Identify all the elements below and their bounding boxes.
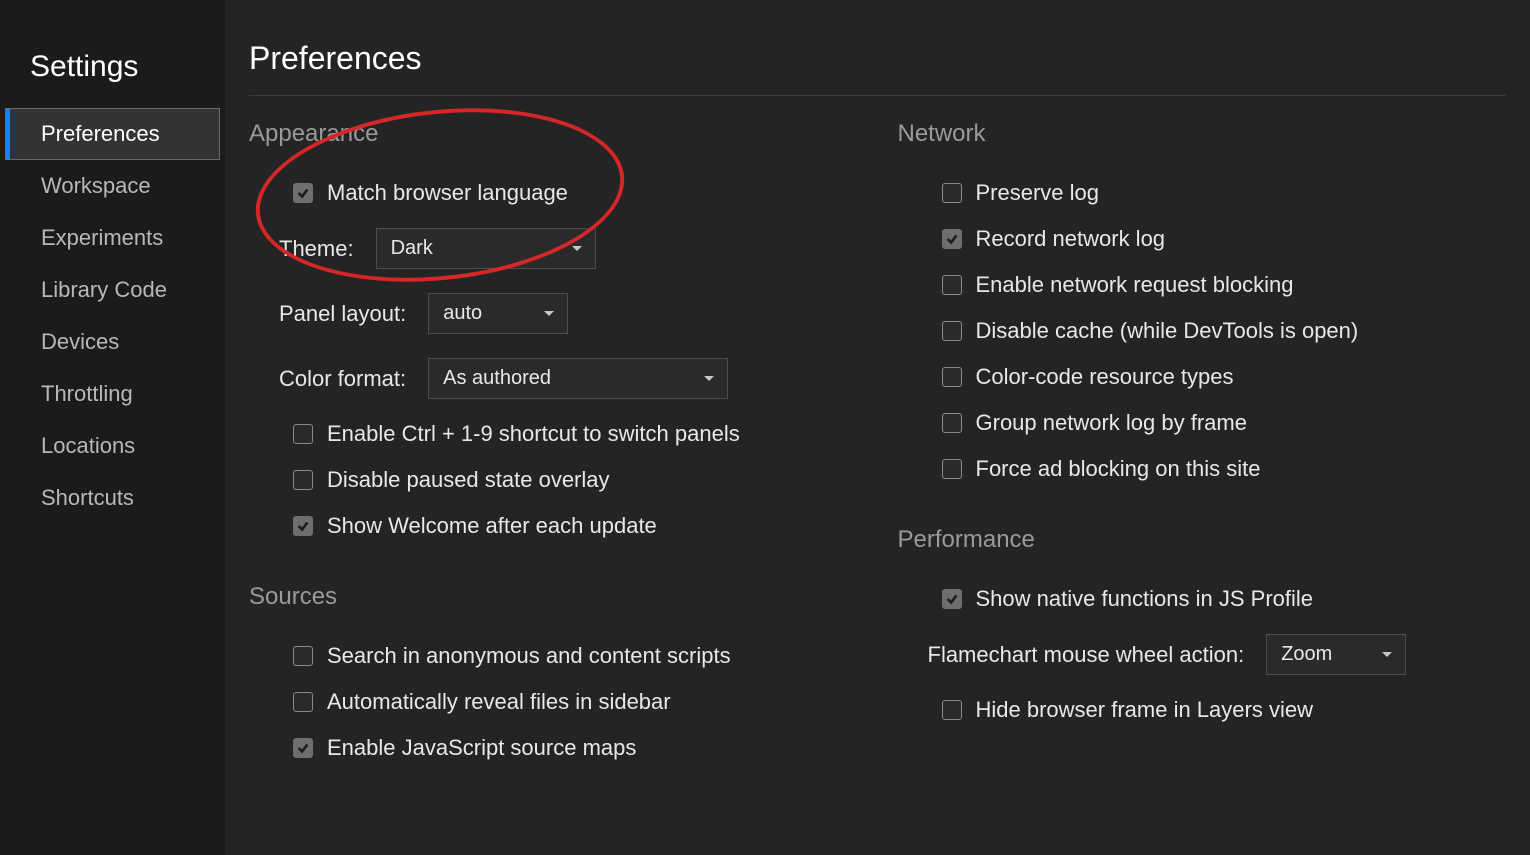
settings-sidebar: Settings Preferences Workspace Experimen… bbox=[0, 0, 225, 855]
row-color-code-types: Color-code resource types bbox=[898, 354, 1507, 400]
sidebar-item-label: Throttling bbox=[41, 381, 133, 406]
label-record-network-log[interactable]: Record network log bbox=[976, 226, 1166, 252]
label-auto-reveal[interactable]: Automatically reveal files in sidebar bbox=[327, 689, 671, 715]
row-show-native-functions: Show native functions in JS Profile bbox=[898, 576, 1507, 622]
label-flamechart-wheel: Flamechart mouse wheel action: bbox=[928, 642, 1245, 668]
label-color-format: Color format: bbox=[279, 366, 406, 392]
checkbox-disable-paused-overlay[interactable] bbox=[293, 470, 313, 490]
checkbox-enable-js-sourcemaps[interactable] bbox=[293, 738, 313, 758]
preferences-panel: Preferences Appearance Match browser lan… bbox=[225, 0, 1530, 855]
chevron-down-icon bbox=[703, 375, 715, 383]
chevron-down-icon bbox=[543, 310, 555, 318]
label-force-ad-blocking[interactable]: Force ad blocking on this site bbox=[976, 456, 1261, 482]
row-panel-layout: Panel layout: auto bbox=[249, 281, 858, 346]
label-group-by-frame[interactable]: Group network log by frame bbox=[976, 410, 1247, 436]
sidebar-item-label: Library Code bbox=[41, 277, 167, 302]
left-column: Appearance Match browser language Theme:… bbox=[249, 114, 858, 805]
select-color-format-value: As authored bbox=[443, 367, 551, 390]
sidebar-item-label: Experiments bbox=[41, 225, 163, 250]
checkbox-enable-ctrl-shortcut[interactable] bbox=[293, 424, 313, 444]
checkbox-color-code-types[interactable] bbox=[942, 367, 962, 387]
chevron-down-icon bbox=[571, 245, 583, 253]
sidebar-item-experiments[interactable]: Experiments bbox=[0, 212, 225, 264]
row-enable-js-sourcemaps: Enable JavaScript source maps bbox=[249, 725, 858, 771]
label-disable-cache[interactable]: Disable cache (while DevTools is open) bbox=[976, 318, 1359, 344]
row-color-format: Color format: As authored bbox=[249, 346, 858, 411]
label-theme: Theme: bbox=[279, 236, 354, 262]
section-performance: Performance Show native functions in JS … bbox=[898, 526, 1507, 733]
select-flamechart-wheel-value: Zoom bbox=[1281, 643, 1332, 666]
checkbox-record-network-log[interactable] bbox=[942, 229, 962, 249]
sidebar-item-throttling[interactable]: Throttling bbox=[0, 368, 225, 420]
sidebar-title: Settings bbox=[0, 50, 225, 108]
label-disable-paused-overlay[interactable]: Disable paused state overlay bbox=[327, 467, 610, 493]
row-search-anonymous: Search in anonymous and content scripts bbox=[249, 633, 858, 679]
section-heading-appearance: Appearance bbox=[249, 120, 858, 148]
chevron-down-icon bbox=[1381, 651, 1393, 659]
sidebar-item-workspace[interactable]: Workspace bbox=[0, 160, 225, 212]
sidebar-item-label: Workspace bbox=[41, 173, 151, 198]
row-auto-reveal: Automatically reveal files in sidebar bbox=[249, 679, 858, 725]
sidebar-item-label: Locations bbox=[41, 433, 135, 458]
section-heading-sources: Sources bbox=[249, 583, 858, 611]
select-theme[interactable]: Dark bbox=[376, 228, 596, 269]
row-theme: Theme: Dark bbox=[249, 216, 858, 281]
label-match-browser-language[interactable]: Match browser language bbox=[327, 180, 568, 206]
right-column: Network Preserve log Record network log … bbox=[898, 114, 1507, 805]
section-appearance: Appearance Match browser language Theme:… bbox=[249, 120, 858, 549]
row-match-browser-language: Match browser language bbox=[249, 170, 858, 216]
sidebar-item-devices[interactable]: Devices bbox=[0, 316, 225, 368]
section-network: Network Preserve log Record network log … bbox=[898, 120, 1507, 492]
row-record-network-log: Record network log bbox=[898, 216, 1507, 262]
row-enable-ctrl-shortcut: Enable Ctrl + 1-9 shortcut to switch pan… bbox=[249, 411, 858, 457]
checkbox-group-by-frame[interactable] bbox=[942, 413, 962, 433]
sidebar-item-label: Preferences bbox=[41, 121, 160, 146]
row-disable-cache: Disable cache (while DevTools is open) bbox=[898, 308, 1507, 354]
sidebar-item-label: Shortcuts bbox=[41, 485, 134, 510]
row-preserve-log: Preserve log bbox=[898, 170, 1507, 216]
select-flamechart-wheel[interactable]: Zoom bbox=[1266, 634, 1406, 675]
checkbox-show-welcome[interactable] bbox=[293, 516, 313, 536]
sidebar-item-locations[interactable]: Locations bbox=[0, 420, 225, 472]
section-sources: Sources Search in anonymous and content … bbox=[249, 583, 858, 771]
row-flamechart-wheel: Flamechart mouse wheel action: Zoom bbox=[898, 622, 1507, 687]
sidebar-item-shortcuts[interactable]: Shortcuts bbox=[0, 472, 225, 524]
label-show-native-functions[interactable]: Show native functions in JS Profile bbox=[976, 586, 1314, 612]
checkbox-hide-browser-frame[interactable] bbox=[942, 700, 962, 720]
select-theme-value: Dark bbox=[391, 237, 433, 260]
select-panel-layout[interactable]: auto bbox=[428, 293, 568, 334]
sidebar-item-preferences[interactable]: Preferences bbox=[5, 108, 220, 160]
section-heading-performance: Performance bbox=[898, 526, 1507, 554]
checkbox-disable-cache[interactable] bbox=[942, 321, 962, 341]
section-heading-network: Network bbox=[898, 120, 1507, 148]
row-enable-request-blocking: Enable network request blocking bbox=[898, 262, 1507, 308]
select-panel-layout-value: auto bbox=[443, 302, 482, 325]
sidebar-item-library-code[interactable]: Library Code bbox=[0, 264, 225, 316]
checkbox-show-native-functions[interactable] bbox=[942, 589, 962, 609]
row-disable-paused-overlay: Disable paused state overlay bbox=[249, 457, 858, 503]
label-color-code-types[interactable]: Color-code resource types bbox=[976, 364, 1234, 390]
row-force-ad-blocking: Force ad blocking on this site bbox=[898, 446, 1507, 492]
checkbox-enable-request-blocking[interactable] bbox=[942, 275, 962, 295]
label-enable-ctrl-shortcut[interactable]: Enable Ctrl + 1-9 shortcut to switch pan… bbox=[327, 421, 740, 447]
label-enable-js-sourcemaps[interactable]: Enable JavaScript source maps bbox=[327, 735, 636, 761]
label-panel-layout: Panel layout: bbox=[279, 301, 406, 327]
label-preserve-log[interactable]: Preserve log bbox=[976, 180, 1100, 206]
label-hide-browser-frame[interactable]: Hide browser frame in Layers view bbox=[976, 697, 1313, 723]
checkbox-preserve-log[interactable] bbox=[942, 183, 962, 203]
select-color-format[interactable]: As authored bbox=[428, 358, 728, 399]
row-show-welcome: Show Welcome after each update bbox=[249, 503, 858, 549]
sidebar-item-label: Devices bbox=[41, 329, 119, 354]
row-hide-browser-frame: Hide browser frame in Layers view bbox=[898, 687, 1507, 733]
label-enable-request-blocking[interactable]: Enable network request blocking bbox=[976, 272, 1294, 298]
row-group-by-frame: Group network log by frame bbox=[898, 400, 1507, 446]
page-title: Preferences bbox=[249, 40, 1506, 96]
checkbox-match-browser-language[interactable] bbox=[293, 183, 313, 203]
label-show-welcome[interactable]: Show Welcome after each update bbox=[327, 513, 657, 539]
checkbox-auto-reveal[interactable] bbox=[293, 692, 313, 712]
checkbox-force-ad-blocking[interactable] bbox=[942, 459, 962, 479]
checkbox-search-anonymous[interactable] bbox=[293, 646, 313, 666]
label-search-anonymous[interactable]: Search in anonymous and content scripts bbox=[327, 643, 731, 669]
